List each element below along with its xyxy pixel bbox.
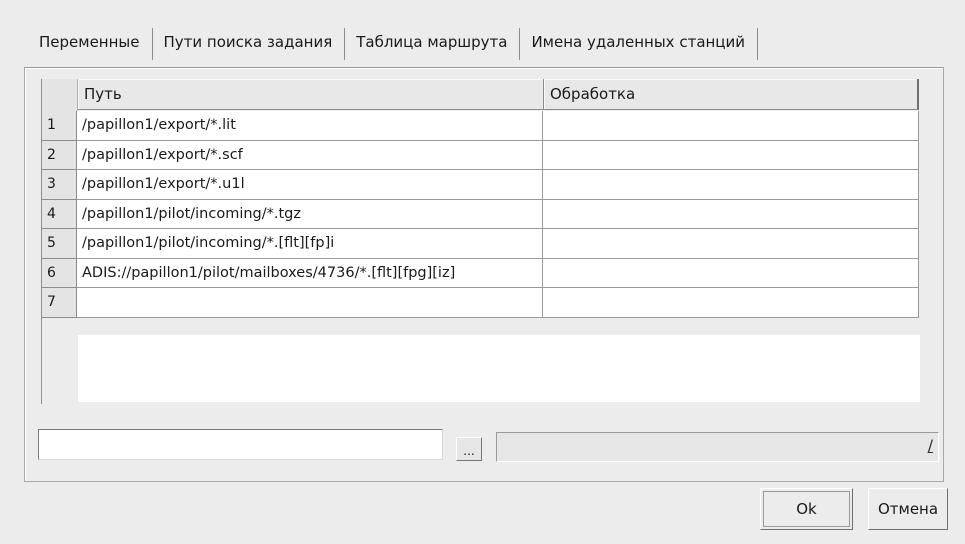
tab-divider [757, 28, 759, 60]
table-corner [42, 79, 78, 112]
ok-label: Ok [796, 500, 817, 518]
tab-pane: Путь Обработка 1 /papillon1/export/*.lit… [24, 67, 944, 482]
processing-cell[interactable] [543, 288, 919, 318]
table-row[interactable]: 3 /papillon1/export/*.u1l [42, 170, 919, 200]
tab-label: Переменные [39, 33, 140, 51]
processing-cell[interactable] [543, 258, 919, 288]
processing-cell[interactable] [543, 111, 919, 141]
tab-label: Имена удаленных станций [531, 33, 746, 51]
path-cell[interactable]: /papillon1/pilot/incoming/*.tgz [77, 199, 543, 229]
cancel-label: Отмена [877, 500, 939, 518]
tab-bar: Переменные Пути поиска задания Таблица м… [27, 24, 759, 64]
path-cell[interactable]: /papillon1/export/*.scf [77, 140, 543, 170]
paths-table[interactable]: Путь Обработка 1 /papillon1/export/*.lit… [41, 79, 942, 404]
path-cell[interactable]: ADIS://papillon1/pilot/mailboxes/4736/*.… [77, 258, 543, 288]
row-number[interactable]: 7 [42, 288, 77, 318]
row-number[interactable]: 4 [42, 199, 77, 229]
combo-dropdown-icon[interactable]: / [928, 436, 933, 455]
tab-label: Таблица маршрута [356, 33, 508, 51]
processing-cell[interactable] [543, 140, 919, 170]
tab-variables[interactable]: Переменные [27, 24, 152, 60]
table-header: Путь Обработка [78, 79, 919, 111]
row-header-empty [42, 335, 77, 402]
row-number[interactable]: 3 [42, 170, 77, 200]
path-cell[interactable]: /papillon1/pilot/incoming/*.[flt][fp]i [77, 229, 543, 259]
table-row[interactable]: 7 [42, 288, 919, 318]
table-row[interactable]: 1 /papillon1/export/*.lit [42, 111, 919, 141]
processing-cell[interactable] [543, 199, 919, 229]
path-cell[interactable] [77, 288, 543, 318]
browse-button[interactable]: ... [456, 437, 482, 461]
row-number[interactable]: 1 [42, 111, 77, 141]
path-input[interactable] [38, 429, 443, 460]
column-header-label: Путь [84, 85, 122, 103]
table-row[interactable]: 5 /papillon1/pilot/incoming/*.[flt][fp]i [42, 229, 919, 259]
table-row[interactable]: 6 ADIS://papillon1/pilot/mailboxes/4736/… [42, 258, 919, 288]
tab-route-table[interactable]: Таблица маршрута [344, 24, 519, 60]
path-cell[interactable]: /papillon1/export/*.u1l [77, 170, 543, 200]
column-header-processing[interactable]: Обработка [544, 79, 919, 110]
row-number[interactable]: 6 [42, 258, 77, 288]
row-number[interactable]: 5 [42, 229, 77, 259]
column-header-path[interactable]: Путь [78, 79, 544, 110]
processing-cell[interactable] [543, 229, 919, 259]
table-empty-area[interactable] [78, 335, 920, 402]
processing-cell[interactable] [543, 170, 919, 200]
processing-combo[interactable]: / [496, 432, 939, 462]
table-body: 1 /papillon1/export/*.lit 2 /papillon1/e… [42, 111, 919, 318]
tab-job-search-paths[interactable]: Пути поиска задания [151, 24, 345, 60]
row-number[interactable]: 2 [42, 140, 77, 170]
tab-label: Пути поиска задания [163, 33, 333, 51]
tab-remote-station-names[interactable]: Имена удаленных станций [519, 24, 757, 60]
column-header-label: Обработка [550, 85, 636, 103]
ok-button[interactable]: Ok [760, 488, 853, 530]
table-row[interactable]: 4 /papillon1/pilot/incoming/*.tgz [42, 199, 919, 229]
table-row[interactable]: 2 /papillon1/export/*.scf [42, 140, 919, 170]
cancel-button[interactable]: Отмена [868, 488, 948, 530]
path-cell[interactable]: /papillon1/export/*.lit [77, 111, 543, 141]
